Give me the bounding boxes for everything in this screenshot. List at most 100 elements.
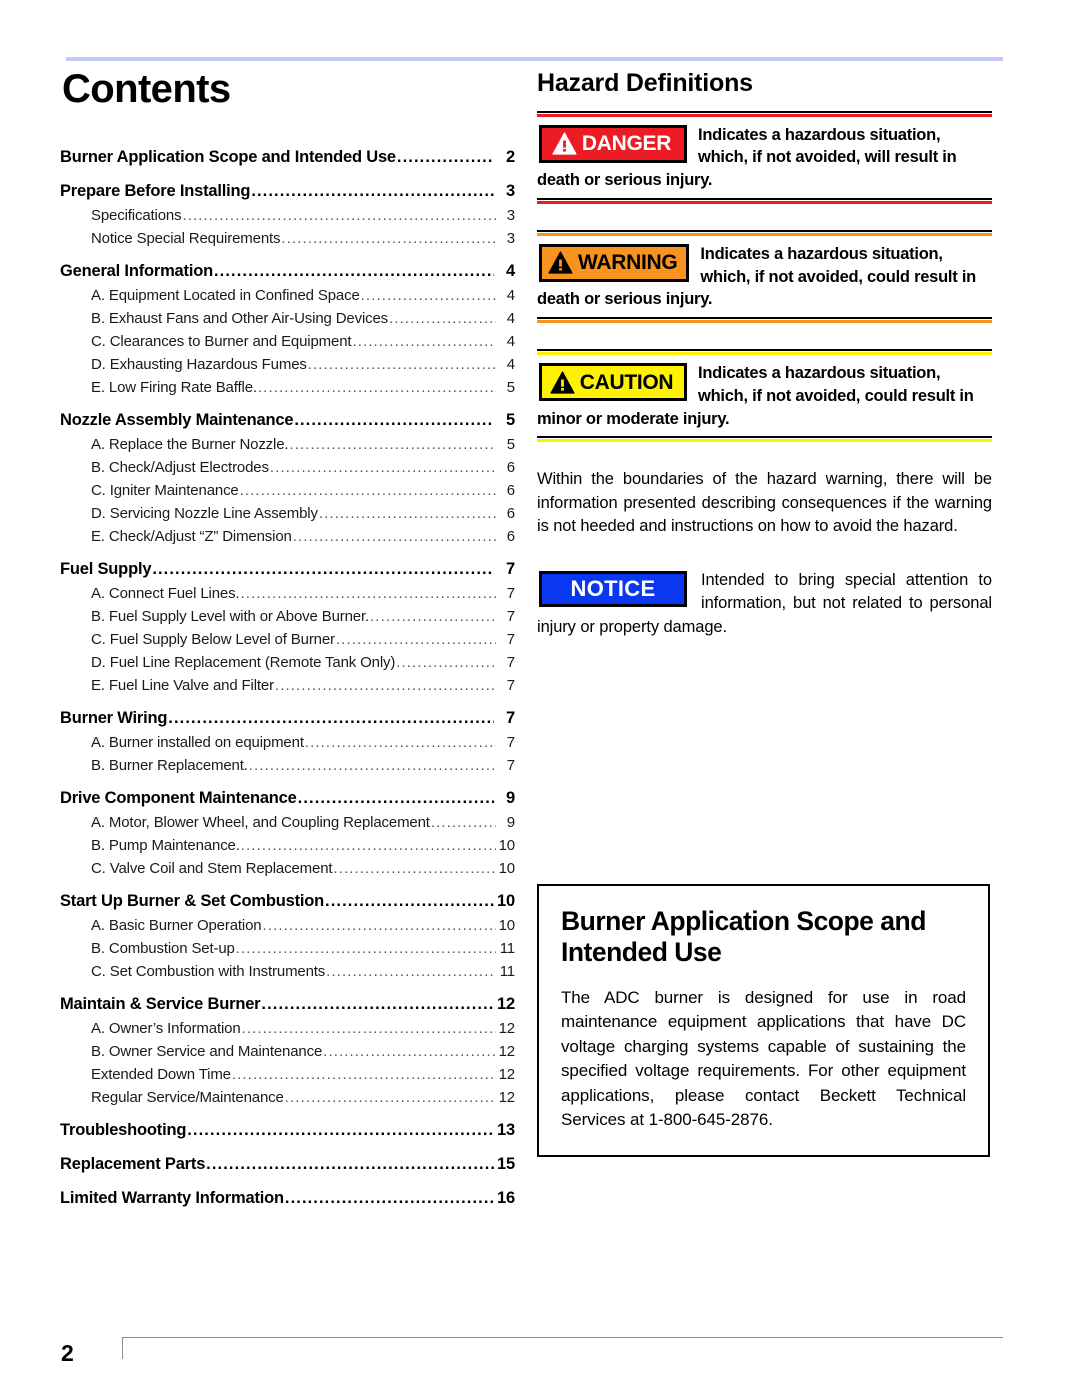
toc-heading-row[interactable]: Prepare Before Installing 3 [60, 178, 515, 204]
toc-subentry-row[interactable]: B. Fuel Supply Level with or Above Burne… [91, 605, 515, 628]
toc-subentry-label: Specifications [91, 207, 182, 224]
toc-subentry-row[interactable]: Regular Service/Maintenance 12 [91, 1086, 515, 1109]
toc-subentry-row[interactable]: C. Valve Coil and Stem Replacement 10 [91, 857, 515, 880]
toc-subentry-page: 12 [498, 1089, 516, 1106]
toc-subentry-row[interactable]: A. Basic Burner Operation 10 [91, 914, 515, 937]
toc-dot-leader [323, 1043, 496, 1060]
toc-heading-row[interactable]: Replacement Parts 15 [60, 1151, 515, 1177]
toc-subentry-label: C. Set Combustion with Instruments [91, 963, 326, 980]
toc-subentry-row[interactable]: A. Connect Fuel Lines. 7 [91, 582, 515, 605]
toc-group: Maintain & Service Burner12A. Owner’s In… [60, 991, 515, 1109]
toc-group: Troubleshooting 13 [60, 1117, 515, 1143]
toc-subentry-row[interactable]: B. Pump Maintenance. 10 [91, 834, 515, 857]
toc-heading-row[interactable]: Limited Warranty Information 16 [60, 1185, 515, 1211]
toc-heading-row[interactable]: Burner Application Scope and Intended Us… [60, 144, 515, 170]
toc-subentry-label: Extended Down Time [91, 1066, 231, 1083]
toc-subentry-page: 7 [506, 654, 515, 671]
toc-dot-leader [336, 631, 496, 648]
toc-subentry-row[interactable]: Specifications 3 [91, 204, 515, 227]
toc-heading-row[interactable]: General Information 4 [60, 258, 515, 284]
toc-subentry-row[interactable]: A. Replace the Burner Nozzle. 5 [91, 433, 515, 456]
toc-subentry-row[interactable]: E. Low Firing Rate Baffle. 5 [91, 376, 515, 399]
toc-heading-row[interactable]: Troubleshooting 13 [60, 1117, 515, 1143]
danger-badge-label: DANGER [581, 132, 672, 155]
toc-subentry-page: 4 [506, 310, 515, 327]
toc-subentry-row[interactable]: D. Servicing Nozzle Line Assembly 6 [91, 502, 515, 525]
toc-subentry-row[interactable]: A. Burner installed on equipment 7 [91, 731, 515, 754]
toc-group: Fuel Supply 7 A. Connect Fuel Lines. 7 B. Fu… [60, 556, 515, 697]
toc-heading-page: 12 [497, 995, 515, 1013]
toc-subentry-row[interactable]: C. Igniter Maintenance 6 [91, 479, 515, 502]
toc-dot-leader [294, 411, 494, 430]
toc-dot-leader [236, 940, 496, 957]
toc-heading-row[interactable]: Burner Wiring 7 [60, 705, 515, 731]
toc-heading-page: 13 [497, 1121, 515, 1139]
toc-heading-label: General Information [60, 262, 213, 280]
toc-subentry-label: B. Pump Maintenance. [91, 837, 240, 854]
toc-subentry-row[interactable]: A. Equipment Located in Confined Space 4 [91, 284, 515, 307]
warning-badge-label: WARNING [578, 251, 678, 275]
toc-subentry-page: 6 [506, 482, 515, 499]
toc-dot-leader [305, 734, 496, 751]
hazard-body: WARNING Indicates a hazardous situation,… [537, 236, 992, 313]
toc-subentry-row[interactable]: A. Owner’s Information 12 [91, 1017, 515, 1040]
toc-dot-leader [240, 585, 496, 602]
toc-dot-leader [389, 310, 496, 327]
toc-dot-leader [206, 1155, 494, 1174]
toc-subentry-page: 3 [506, 230, 515, 247]
toc-subentry-row[interactable]: Notice Special Requirements 3 [91, 227, 515, 250]
toc-subentry-row[interactable]: C. Clearances to Burner and Equipment 4 [91, 330, 515, 353]
toc-subentry-page: 12 [498, 1066, 516, 1083]
toc-subentry-page: 11 [499, 963, 515, 980]
toc-heading-row[interactable]: Drive Component Maintenance 9 [60, 785, 515, 811]
toc-subentry-page: 7 [506, 734, 515, 751]
hazard-block-warning: WARNING Indicates a hazardous situation,… [537, 229, 992, 324]
toc-subentry-row[interactable]: D. Exhausting Hazardous Fumes 4 [91, 353, 515, 376]
toc-heading-row[interactable]: Fuel Supply 7 [60, 556, 515, 582]
toc-subentry-row[interactable]: D. Fuel Line Replacement (Remote Tank On… [91, 651, 515, 674]
toc-subentry-page: 6 [506, 459, 515, 476]
toc-subentry-label: C. Fuel Supply Below Level of Burner [91, 631, 335, 648]
toc-heading-row[interactable]: Start Up Burner & Set Combustion 10 [60, 888, 515, 914]
toc-subentry-row[interactable]: Extended Down Time 12 [91, 1063, 515, 1086]
toc-subentry-page: 7 [506, 608, 515, 625]
toc-heading-row[interactable]: Nozzle Assembly Maintenance 5 [60, 407, 515, 433]
toc-subentry-page: 7 [506, 585, 515, 602]
toc-dot-leader [258, 379, 496, 396]
toc-dot-leader [270, 459, 496, 476]
toc-heading-label: Burner Application Scope and Intended Us… [60, 148, 396, 166]
toc-subentry-label: D. Fuel Line Replacement (Remote Tank On… [91, 654, 396, 671]
toc-subentry-row[interactable]: C. Set Combustion with Instruments 11 [91, 960, 515, 983]
toc-subentry-row[interactable]: E. Check/Adjust “Z” Dimension 6 [91, 525, 515, 548]
caution-badge: CAUTION [539, 363, 687, 402]
toc-subentry-label: C. Igniter Maintenance [91, 482, 239, 499]
hazard-rule-bottom [537, 317, 992, 324]
toc-subentry-row[interactable]: B. Exhaust Fans and Other Air-Using Devi… [91, 307, 515, 330]
toc-subentry-row[interactable]: E. Fuel Line Valve and Filter 7 [91, 674, 515, 697]
toc-subentry-page: 12 [498, 1043, 516, 1060]
caution-badge-label: CAUTION [579, 370, 674, 394]
toc-subentry-label: E. Fuel Line Valve and Filter [91, 677, 274, 694]
toc-subentry-label: E. Low Firing Rate Baffle. [91, 379, 257, 396]
toc-heading-page: 7 [506, 709, 515, 727]
toc-heading-page: 3 [506, 182, 515, 200]
toc-subentry-row[interactable]: B. Burner Replacement. 7 [91, 754, 515, 777]
toc-heading-page: 16 [497, 1189, 515, 1207]
toc-subentry-label: D. Servicing Nozzle Line Assembly [91, 505, 318, 522]
toc-heading-label: Limited Warranty Information [60, 1189, 284, 1207]
toc-group: Drive Component Maintenance 9 A. Motor, Bl… [60, 785, 515, 880]
hazard-body: CAUTION Indicates a hazardous situation,… [537, 355, 992, 432]
toc-subentry-row[interactable]: C. Fuel Supply Below Level of Burner 7 [91, 628, 515, 651]
toc-subentry-row[interactable]: A. Motor, Blower Wheel, and Coupling Rep… [91, 811, 515, 834]
toc-heading-row[interactable]: Maintain & Service Burner 12 [60, 991, 515, 1017]
danger-badge: DANGER [539, 124, 687, 163]
toc-subentry-page: 4 [506, 333, 515, 350]
toc-subentry-label: D. Exhausting Hazardous Fumes [91, 356, 307, 373]
toc-subentry-row[interactable]: B. Owner Service and Maintenance 12 [91, 1040, 515, 1063]
warning-badge: WARNING [539, 243, 690, 282]
toc-subentry-row[interactable]: B. Check/Adjust Electrodes 6 [91, 456, 515, 479]
toc-dot-leader [214, 262, 494, 281]
toc-subentry-row[interactable]: B. Combustion Set-up 11 [91, 937, 515, 960]
toc-heading-page: 4 [506, 262, 515, 280]
toc-heading-label: Nozzle Assembly Maintenance [60, 411, 294, 429]
